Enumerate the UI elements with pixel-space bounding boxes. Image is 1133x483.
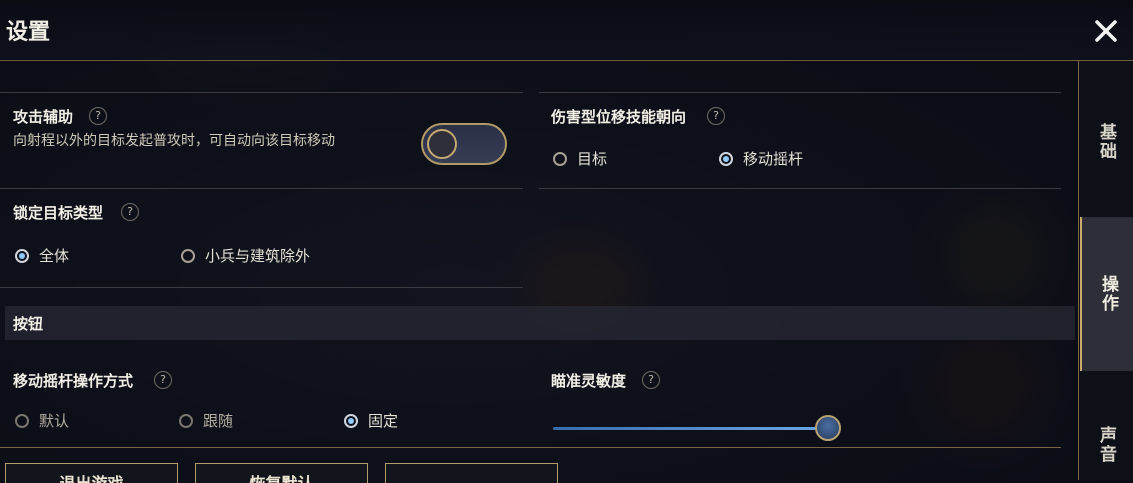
attack-assist-description: 向射程以外的目标发起普攻时，可自动向该目标移动 — [13, 133, 335, 149]
bottom-button[interactable] — [385, 463, 558, 483]
header-bar: 设置 — [0, 0, 1133, 61]
close-button[interactable] — [1093, 12, 1119, 46]
radio-dot — [179, 413, 193, 428]
lock-target-type-label: 锁定目标类型 — [13, 204, 104, 222]
aim-sensitivity-label: 瞄准灵敏度 — [551, 372, 627, 390]
radio-label: 固定 — [368, 412, 399, 430]
divider — [0, 287, 523, 288]
radio-label: 移动摇杆 — [743, 150, 804, 168]
radio-dot — [15, 413, 29, 428]
radio-dot — [344, 413, 358, 428]
divider — [0, 92, 523, 93]
radio-follow[interactable]: 跟随 — [179, 410, 233, 431]
aim-sensitivity-slider-track[interactable] — [553, 427, 828, 430]
joystick-mode-label: 移动摇杆操作方式 — [13, 372, 134, 390]
radio-dot — [719, 151, 733, 166]
question-icon[interactable]: ? — [89, 107, 107, 125]
tab-sound[interactable]: 声音 — [1080, 410, 1133, 480]
radio-dot — [553, 151, 567, 166]
section-header — [5, 306, 1075, 340]
question-icon[interactable]: ? — [707, 107, 725, 125]
radio-dot — [15, 248, 29, 263]
radio-dot — [181, 248, 195, 263]
question-icon[interactable]: ? — [154, 371, 172, 389]
attack-assist-toggle[interactable] — [421, 123, 507, 165]
radio-label: 小兵与建筑除外 — [205, 247, 311, 265]
radio-label: 目标 — [577, 150, 608, 168]
exit-game-button[interactable]: 退出游戏 — [5, 463, 178, 483]
tab-basic[interactable]: 基础 — [1080, 98, 1133, 186]
radio-target[interactable]: 目标 — [553, 148, 607, 169]
divider — [0, 188, 523, 189]
tab-controls[interactable]: 操作 — [1080, 217, 1133, 371]
radio-label: 默认 — [39, 412, 70, 430]
question-icon[interactable]: ? — [642, 371, 660, 389]
radio-all[interactable]: 全体 — [15, 245, 69, 266]
damage-skill-direction-label: 伤害型位移技能朝向 — [551, 108, 687, 126]
divider — [539, 188, 1061, 189]
close-icon — [1095, 20, 1117, 42]
radio-move-joystick[interactable]: 移动摇杆 — [719, 148, 803, 169]
radio-default[interactable]: 默认 — [15, 410, 69, 431]
attack-assist-label: 攻击辅助 — [13, 108, 74, 126]
toggle-knob — [427, 129, 457, 159]
section-title-buttons: 按钮 — [13, 315, 44, 333]
radio-label: 全体 — [39, 247, 70, 265]
radio-label: 跟随 — [203, 412, 234, 430]
page-title: 设置 — [6, 20, 51, 45]
settings-panel — [0, 61, 1078, 480]
radio-fixed[interactable]: 固定 — [344, 410, 398, 431]
divider — [539, 92, 1061, 93]
question-icon[interactable]: ? — [121, 203, 139, 221]
restore-default-button[interactable]: 恢复默认 — [195, 463, 368, 483]
divider — [0, 447, 1061, 448]
radio-exclude-minions-buildings[interactable]: 小兵与建筑除外 — [181, 245, 310, 266]
aim-sensitivity-slider-thumb[interactable] — [815, 415, 841, 441]
